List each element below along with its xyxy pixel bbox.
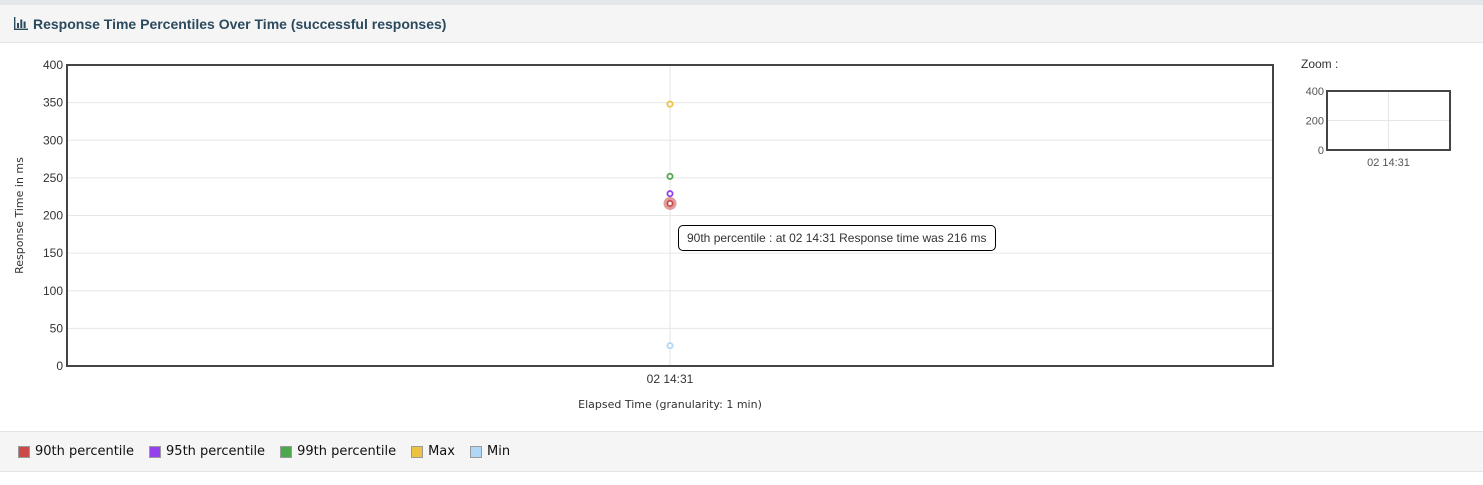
- data-point-series-2[interactable]: [666, 172, 674, 180]
- legend-item-series-2[interactable]: 99th percentile: [280, 444, 396, 459]
- y-tick-label: 50: [50, 321, 64, 335]
- legend-swatch: [411, 445, 424, 458]
- legend-item-series-0[interactable]: 90th percentile: [18, 444, 134, 459]
- y-axis-ticks: 0 50 100 150 200 250 300 350 400: [43, 58, 63, 373]
- y-tick-label: 0: [56, 359, 63, 373]
- legend-item-series-4[interactable]: Min: [469, 444, 511, 459]
- y-tick-label: 350: [43, 96, 63, 110]
- zoom-y-tick-label: 200: [1306, 116, 1324, 128]
- y-tick-label: 150: [43, 246, 63, 260]
- zoom-chart[interactable]: 0 200 400 02 14:31: [1290, 80, 1465, 175]
- chart-tooltip: 90th percentile : at 02 14:31 Response t…: [678, 225, 996, 251]
- x-axis-label: Elapsed Time (granularity: 1 min): [578, 398, 762, 411]
- panel-heading[interactable]: Response Time Percentiles Over Time (suc…: [0, 5, 1483, 43]
- legend-label: Min: [486, 444, 511, 459]
- zoom-label: Zoom :: [1301, 57, 1339, 71]
- data-point-series-3[interactable]: [666, 100, 674, 108]
- data-point-series-1[interactable]: [666, 190, 674, 198]
- y-tick-label: 200: [43, 209, 63, 223]
- data-point-series-4[interactable]: [666, 342, 674, 350]
- y-axis-label: Response Time in ms: [13, 157, 26, 274]
- legend-label: 99th percentile: [297, 444, 397, 459]
- bar-chart-icon: [14, 17, 28, 30]
- main-chart[interactable]: 0 50 100 150 200 250 300 350 400 02 14:31 Respon…: [0, 44, 1290, 424]
- legend-swatch: [469, 445, 482, 458]
- legend-label: 90th percentile: [35, 444, 135, 459]
- panel-title: Response Time Percentiles Over Time (suc…: [33, 16, 447, 32]
- legend-label: 95th percentile: [166, 444, 266, 459]
- y-tick-label: 400: [43, 58, 63, 72]
- chart-legend: 90th percentile 95th percentile 99th perce…: [0, 431, 1483, 472]
- y-tick-label: 300: [43, 133, 63, 147]
- chart-grid: [67, 64, 1273, 367]
- legend-item-series-3[interactable]: Max: [411, 444, 455, 459]
- zoom-y-tick-label: 400: [1306, 86, 1324, 98]
- y-tick-label: 100: [43, 284, 63, 298]
- legend-swatch: [18, 445, 30, 458]
- legend-label: Max: [428, 444, 455, 459]
- x-axis-ticks: 02 14:31: [647, 372, 694, 386]
- zoom-x-tick-label: 02 14:31: [1367, 157, 1410, 169]
- legend-item-series-1[interactable]: 95th percentile: [149, 444, 265, 459]
- data-point-series-0[interactable]: [666, 199, 674, 207]
- legend-swatch: [280, 445, 293, 458]
- x-tick-label: 02 14:31: [647, 372, 694, 386]
- zoom-y-tick-label: 0: [1318, 145, 1324, 157]
- legend-swatch: [149, 445, 162, 458]
- y-tick-label: 250: [43, 171, 63, 185]
